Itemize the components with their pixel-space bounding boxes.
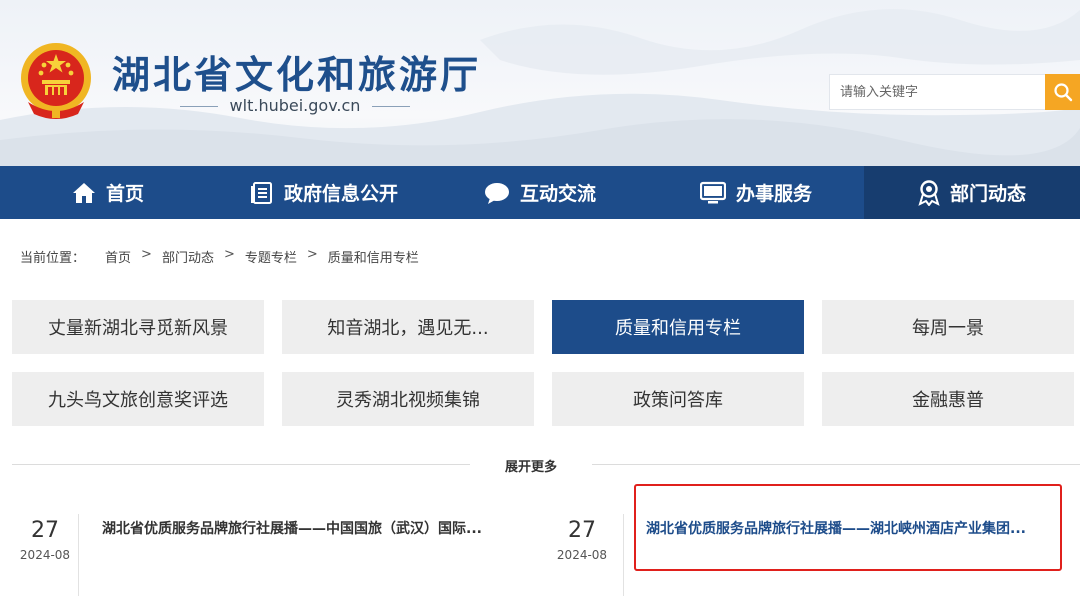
nav-item-home[interactable]: 首页 xyxy=(0,166,216,219)
nav-item-dept-news[interactable]: 部门动态 xyxy=(864,166,1080,219)
nav-label: 互动交流 xyxy=(519,183,596,205)
nav-label: 政府信息公开 xyxy=(283,183,398,205)
divider xyxy=(78,514,79,596)
news-title-link[interactable]: 湖北省优质服务品牌旅行社展播——中国国旅（武汉）国际... xyxy=(102,518,482,538)
news-date: 27 2024-08 xyxy=(12,516,78,562)
breadcrumb-separator: > xyxy=(306,247,318,262)
document-icon xyxy=(250,181,272,204)
news-day: 27 xyxy=(568,518,596,543)
topic-tile[interactable]: 每周一景 xyxy=(822,300,1074,354)
news-date: 27 2024-08 xyxy=(549,516,615,562)
nav-item-gov-info[interactable]: 政府信息公开 xyxy=(216,166,432,219)
main-nav: 首页 政府信息公开 互动交流 办事服务 部门动态 xyxy=(0,166,1080,219)
breadcrumb-lead: 当前位置： xyxy=(20,251,86,266)
site-header: 湖北省文化和旅游厅 wlt.hubei.gov.cn xyxy=(0,0,1080,166)
divider xyxy=(623,514,624,596)
divider xyxy=(12,464,470,465)
home-icon xyxy=(72,182,95,203)
chat-icon xyxy=(484,182,509,204)
topic-tile[interactable]: 政策问答库 xyxy=(552,372,804,426)
topic-tile[interactable]: 九头鸟文旅创意奖评选 xyxy=(12,372,264,426)
search-input[interactable] xyxy=(829,74,1045,110)
topic-tile[interactable]: 灵秀湖北视频集锦 xyxy=(282,372,534,426)
site-domain: wlt.hubei.gov.cn xyxy=(180,96,410,115)
breadcrumb: 当前位置： 首页 > 部门动态 > 专题专栏 > 质量和信用专栏 xyxy=(20,247,419,266)
expand-more: 展开更多 xyxy=(12,452,1080,476)
search-bar xyxy=(829,74,1080,110)
nav-item-interaction[interactable]: 互动交流 xyxy=(432,166,648,219)
award-icon xyxy=(918,179,940,206)
breadcrumb-separator: > xyxy=(141,247,152,262)
expand-more-button[interactable]: 展开更多 xyxy=(470,456,592,475)
national-emblem-icon xyxy=(21,43,91,119)
breadcrumb-item-dept-news[interactable]: 部门动态 xyxy=(162,247,214,266)
search-button[interactable] xyxy=(1045,74,1080,110)
nav-label: 首页 xyxy=(105,183,144,205)
topic-tile[interactable]: 丈量新湖北寻觅新风景 xyxy=(12,300,264,354)
breadcrumb-item-home[interactable]: 首页 xyxy=(105,247,131,266)
topic-tile[interactable]: 知音湖北，遇见无... xyxy=(282,300,534,354)
breadcrumb-separator: > xyxy=(223,247,235,262)
news-year-month: 2024-08 xyxy=(556,548,608,562)
news-item: 27 2024-08 湖北省优质服务品牌旅行社展播——中国国旅（武汉）国际... xyxy=(12,500,532,596)
topic-tile[interactable]: 金融惠普 xyxy=(822,372,1074,426)
breadcrumb-item-special-topics[interactable]: 专题专栏 xyxy=(245,247,297,266)
nav-item-services[interactable]: 办事服务 xyxy=(648,166,864,219)
nav-label: 办事服务 xyxy=(735,183,812,205)
highlight-box xyxy=(634,484,1062,571)
monitor-icon xyxy=(699,181,726,203)
divider xyxy=(592,464,1080,465)
topic-tile-active[interactable]: 质量和信用专栏 xyxy=(552,300,804,354)
site-title: 湖北省文化和旅游厅 xyxy=(112,53,482,97)
nav-label: 部门动态 xyxy=(949,183,1026,205)
topic-tiles: 丈量新湖北寻觅新风景 知音湖北，遇见无... 质量和信用专栏 每周一景 九头鸟文… xyxy=(12,300,1080,426)
news-day: 27 xyxy=(31,518,59,543)
news-year-month: 2024-08 xyxy=(19,548,71,562)
breadcrumb-item-current[interactable]: 质量和信用专栏 xyxy=(328,247,419,266)
search-icon xyxy=(1053,83,1072,102)
